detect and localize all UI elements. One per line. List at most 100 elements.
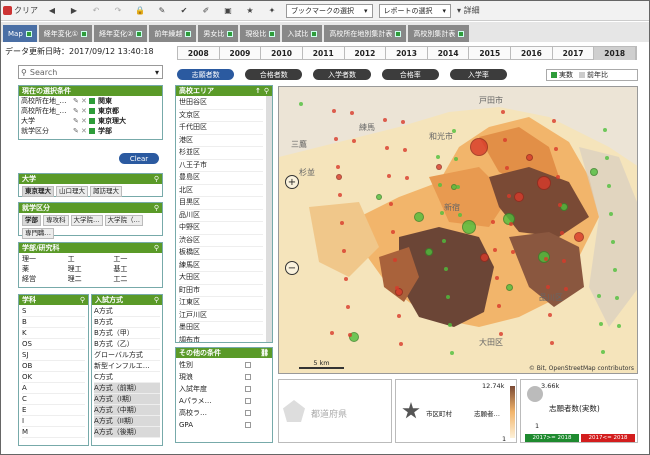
tab-8[interactable]: 高校別集計表 bbox=[408, 25, 470, 42]
area-item[interactable]: 世田谷区 bbox=[179, 97, 263, 110]
faculty-item[interactable]: 基工 bbox=[113, 264, 159, 274]
area-item[interactable]: 豊島区 bbox=[179, 172, 263, 185]
year-2013[interactable]: 2013 bbox=[386, 47, 428, 60]
area-item[interactable]: 墨田区 bbox=[179, 322, 263, 335]
year-2015[interactable]: 2015 bbox=[469, 47, 512, 60]
edit-icon[interactable]: ✎ bbox=[73, 106, 81, 116]
entrance-item[interactable]: A方式（中期） bbox=[94, 405, 160, 416]
zoom-out-icon[interactable]: − bbox=[285, 261, 299, 275]
area-item[interactable]: 中野区 bbox=[179, 222, 263, 235]
checkbox[interactable] bbox=[245, 410, 251, 416]
entrance-item[interactable]: グローバル方式 bbox=[94, 350, 160, 361]
area-item[interactable]: 練馬区 bbox=[179, 260, 263, 272]
schooling-item[interactable]: 専門職… bbox=[22, 228, 54, 239]
year-2016[interactable]: 2016 bbox=[511, 47, 553, 60]
department-item[interactable]: B bbox=[22, 317, 85, 328]
faculty-item[interactable]: 理一 bbox=[22, 254, 68, 264]
year-2008[interactable]: 2008 bbox=[178, 47, 220, 60]
search-icon[interactable]: ⚲ bbox=[154, 175, 159, 183]
remove-icon[interactable]: ✕ bbox=[81, 106, 89, 116]
area-item[interactable]: 港区 bbox=[179, 135, 263, 147]
edit-icon[interactable]: ✎ bbox=[73, 116, 81, 126]
search-icon[interactable]: ⚲ bbox=[154, 296, 159, 304]
bookmark-icon[interactable]: ✦ bbox=[264, 3, 280, 19]
report-select[interactable]: レポートの選択 ▾ bbox=[378, 3, 452, 18]
area-item[interactable]: 町田市 bbox=[179, 285, 263, 297]
prefecture-panel[interactable]: 都道府県 bbox=[278, 379, 392, 443]
entrance-item[interactable]: A方式（II期） bbox=[94, 416, 160, 427]
area-item[interactable]: 北区 bbox=[179, 185, 263, 197]
forward-icon[interactable]: ▶ bbox=[66, 3, 82, 19]
clear-selection-button[interactable]: Clear bbox=[119, 153, 159, 164]
entrance-item[interactable]: C方式 bbox=[94, 372, 160, 383]
entrance-item[interactable]: B方式（乙） bbox=[94, 339, 160, 350]
metric-button[interactable]: 志願者数 bbox=[177, 69, 235, 80]
checkbox[interactable] bbox=[245, 422, 251, 428]
metric-button[interactable]: 合格率 bbox=[381, 69, 439, 80]
area-item[interactable]: 杉並区 bbox=[179, 147, 263, 160]
clear-button[interactable]: クリア bbox=[3, 3, 38, 19]
area-item[interactable]: 大田区 bbox=[179, 272, 263, 285]
area-item[interactable]: 品川区 bbox=[179, 210, 263, 222]
department-item[interactable]: K bbox=[22, 328, 85, 339]
university-item[interactable]: 諏訪理大 bbox=[90, 186, 122, 197]
search-icon[interactable]: ⚲ bbox=[80, 296, 85, 304]
detail-button[interactable]: ▾ 詳細 bbox=[457, 3, 480, 19]
university-item[interactable]: 山口理大 bbox=[56, 186, 88, 197]
year-2017[interactable]: 2017 bbox=[553, 47, 595, 60]
department-item[interactable]: SJ bbox=[22, 350, 85, 361]
star-icon[interactable]: ★ bbox=[242, 3, 258, 19]
area-item[interactable]: 文京区 bbox=[179, 110, 263, 122]
checkbox[interactable] bbox=[245, 362, 251, 368]
year-2009[interactable]: 2009 bbox=[220, 47, 262, 60]
checkbox[interactable] bbox=[245, 386, 251, 392]
year-2014[interactable]: 2014 bbox=[428, 47, 470, 60]
year-2011[interactable]: 2011 bbox=[303, 47, 345, 60]
faculty-item[interactable]: 工一 bbox=[113, 254, 159, 264]
area-item[interactable]: 調布市 bbox=[179, 335, 263, 343]
tab-1[interactable]: 経年変化① bbox=[38, 25, 93, 42]
edit-icon[interactable]: ✎ bbox=[73, 96, 81, 106]
redo-icon[interactable]: ↷ bbox=[110, 3, 126, 19]
back-icon[interactable]: ◀ bbox=[44, 3, 60, 19]
area-item[interactable]: 江東区 bbox=[179, 297, 263, 310]
search-box[interactable]: ⚲ Search ▾ bbox=[18, 65, 163, 79]
sort-icon[interactable]: ↑ bbox=[255, 87, 261, 95]
actual-toggle[interactable]: 実数 bbox=[551, 70, 573, 80]
image-icon[interactable]: ▣ bbox=[220, 3, 236, 19]
university-item[interactable]: 東京理大 bbox=[22, 186, 54, 197]
zoom-in-icon[interactable]: + bbox=[285, 175, 299, 189]
schooling-item[interactable]: 大学院… bbox=[70, 215, 103, 226]
tab-4[interactable]: 男女比 bbox=[198, 25, 239, 42]
year-2018[interactable]: 2018 bbox=[594, 47, 637, 60]
area-item[interactable]: 板橋区 bbox=[179, 247, 263, 260]
department-item[interactable]: S bbox=[22, 306, 85, 317]
map-view[interactable]: 三鷹 杉並 練馬 和光市 戸田市 新宿 品川区 大田区 + − 5 km © Bit, Ope… bbox=[278, 86, 638, 374]
department-item[interactable]: M bbox=[22, 427, 85, 438]
search-icon[interactable]: ⚲ bbox=[154, 204, 159, 212]
entrance-item[interactable]: B方式 bbox=[94, 317, 160, 328]
faculty-item[interactable]: 理工 bbox=[68, 264, 114, 274]
lock-icon[interactable]: 🔒 bbox=[132, 3, 148, 19]
undo-icon[interactable]: ↶ bbox=[88, 3, 104, 19]
checkbox[interactable] bbox=[245, 398, 251, 404]
year-2012[interactable]: 2012 bbox=[345, 47, 387, 60]
edit-icon[interactable]: ✐ bbox=[198, 3, 214, 19]
remove-icon[interactable]: ✕ bbox=[81, 126, 89, 136]
department-item[interactable]: C bbox=[22, 394, 85, 405]
city-panel[interactable]: 市区町村 志願者… 12.74k 1 bbox=[395, 379, 517, 443]
tab-3[interactable]: 前年繰越 bbox=[149, 25, 197, 42]
entrance-item[interactable]: B方式（甲） bbox=[94, 328, 160, 339]
year-2010[interactable]: 2010 bbox=[261, 47, 303, 60]
metric-button[interactable]: 入学率 bbox=[449, 69, 508, 80]
link-icon[interactable]: ⛓ bbox=[260, 349, 269, 357]
faculty-item[interactable]: 理二 bbox=[68, 274, 114, 284]
tab-6[interactable]: 入試比 bbox=[282, 25, 323, 42]
search-icon[interactable]: ⚲ bbox=[154, 244, 159, 252]
metric-button[interactable]: 入学者数 bbox=[313, 69, 371, 80]
checkbox[interactable] bbox=[245, 374, 251, 380]
department-item[interactable]: A bbox=[22, 383, 85, 394]
area-item[interactable]: 千代田区 bbox=[179, 122, 263, 135]
faculty-item[interactable]: 工 bbox=[68, 254, 114, 264]
remove-icon[interactable]: ✕ bbox=[81, 96, 89, 106]
